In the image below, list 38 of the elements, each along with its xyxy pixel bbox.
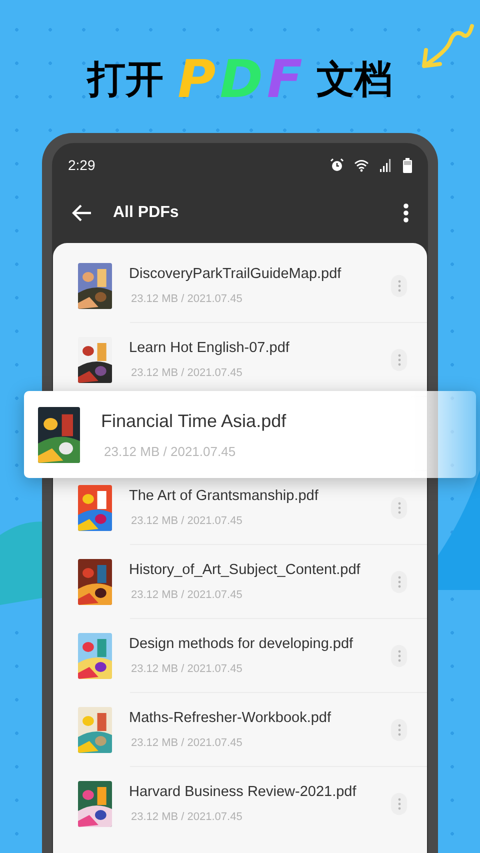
headline-text: 打开 [88,61,164,99]
file-name: Financial Time Asia.pdf [101,410,286,433]
back-arrow-icon [72,204,92,222]
file-name[interactable]: Harvard Business Review-2021.pdf [129,782,391,804]
more-icon [403,203,409,223]
toolbar-title: All PDFs [113,203,179,223]
battery-icon [403,158,412,172]
alarm-icon [330,158,344,172]
file-meta: 23.12 MB / 2021.07.45 [131,292,244,308]
file-meta: 23.12 MB / 2021.07.45 [131,588,244,604]
file-name[interactable]: DiscoveryParkTrailGuideMap.pdf [129,264,391,286]
file-name[interactable]: Maths-Refresher-Workbook.pdf [129,708,391,730]
more-icon [398,354,400,366]
file-meta: 23.12 MB / 2021.07.45 [131,662,244,678]
wifi-icon [354,158,369,172]
signal-icon [379,158,393,172]
more-icon [398,502,400,514]
file-meta: 23.12 MB / 2021.07.45 [131,810,244,826]
file-name[interactable]: History_of_Art_Subject_Content.pdf [129,560,391,582]
status-time: 2:29 [68,156,96,174]
file-meta: 23.12 MB / 2021.07.45 [131,736,244,752]
more-icon [398,724,400,736]
more-icon [398,650,400,662]
headline-letter: D [220,54,263,106]
more-icon [398,798,400,810]
headline-letter: P [178,54,216,106]
file-meta: 23.12 MB / 2021.07.45 [131,514,244,530]
more-button[interactable] [402,202,410,224]
file-name[interactable]: Learn Hot English-07.pdf [129,338,391,360]
headline-text: 文档 [316,61,392,99]
file-meta: 23.12 MB / 2021.07.45 [104,442,237,461]
file-name[interactable]: Design methods for developing.pdf [129,634,391,656]
dragged-file-card[interactable]: Financial Time Asia.pdf 23.12 MB / 2021.07.45 [24,391,476,478]
more-icon [398,576,400,588]
file-name[interactable]: The Art of Grantsmanship.pdf [129,486,391,508]
file-meta: 23.12 MB / 2021.07.45 [131,366,244,382]
more-icon [398,280,400,292]
headline-letter: F [266,54,302,106]
